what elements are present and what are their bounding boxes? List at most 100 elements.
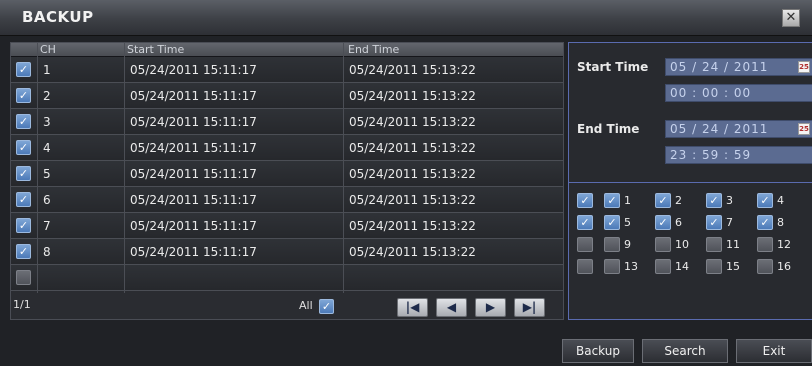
channel-number: 6 xyxy=(675,216,682,229)
row-end-time: 05/24/2011 15:13:22 xyxy=(349,245,476,259)
table-row[interactable]: ✓ 1 05/24/2011 15:11:17 05/24/2011 15:13:22 xyxy=(11,57,563,83)
channel-number: 12 xyxy=(777,238,791,251)
row-channel: 2 xyxy=(43,89,51,103)
channel-number: 2 xyxy=(675,194,682,207)
table-row[interactable]: ✓ 6 05/24/2011 15:11:17 05/24/2011 15:13:22 xyxy=(11,187,563,213)
row-checkbox[interactable]: ✓ xyxy=(16,192,31,207)
table-row[interactable]: ✓ 2 05/24/2011 15:11:17 05/24/2011 15:13:22 xyxy=(11,83,563,109)
channel-number: 15 xyxy=(726,260,740,273)
last-page-button[interactable]: ▶| xyxy=(514,298,545,317)
channel-checkbox[interactable]: ✓ xyxy=(604,193,620,208)
row-start-time: 05/24/2011 15:11:17 xyxy=(130,141,257,155)
end-time-label: End Time xyxy=(577,122,640,136)
channel-checkbox[interactable]: ✓ xyxy=(604,259,620,274)
start-time-label: Start Time xyxy=(577,60,649,74)
backup-file-table: CH Start Time End Time ✓ 1 05/24/2011 15:1… xyxy=(10,42,564,320)
column-header-start-time: Start Time xyxy=(127,43,185,56)
channel-row-select-all-checkbox[interactable]: ✓ xyxy=(577,193,593,208)
channel-selection-grid: ✓ ✓ 1 ✓ 2 ✓ 3 ✓ 4 ✓ ✓ 5 ✓ 6 ✓ 7 ✓ 8 ✓ ✓ 9 ✓ 10 ✓ 11 ✓ 12 ✓ ✓ 13 ✓ 14 ✓ 15… xyxy=(569,189,812,289)
channel-number: 11 xyxy=(726,238,740,251)
row-checkbox[interactable]: ✓ xyxy=(16,244,31,259)
channel-checkbox[interactable]: ✓ xyxy=(706,237,722,252)
channel-row-select-all-checkbox[interactable]: ✓ xyxy=(577,259,593,274)
channel-number: 4 xyxy=(777,194,784,207)
start-date-field[interactable]: 05 / 24 / 2011 xyxy=(665,58,812,76)
channel-checkbox[interactable]: ✓ xyxy=(655,237,671,252)
row-start-time: 05/24/2011 15:11:17 xyxy=(130,115,257,129)
pager-bar: 1/1 All ✓ |◀ ◀ ▶ ▶| xyxy=(11,295,563,319)
channel-number: 1 xyxy=(624,194,631,207)
table-row[interactable]: ✓ 8 05/24/2011 15:11:17 05/24/2011 15:13:22 xyxy=(11,239,563,265)
channel-row-select-all-checkbox[interactable]: ✓ xyxy=(577,215,593,230)
channel-number: 16 xyxy=(777,260,791,273)
row-channel: 1 xyxy=(43,63,51,77)
exit-button[interactable]: Exit xyxy=(736,339,812,363)
channel-number: 10 xyxy=(675,238,689,251)
channel-checkbox[interactable]: ✓ xyxy=(655,215,671,230)
row-channel: 6 xyxy=(43,193,51,207)
first-page-button[interactable]: |◀ xyxy=(397,298,428,317)
next-page-button[interactable]: ▶ xyxy=(475,298,506,317)
row-end-time: 05/24/2011 15:13:22 xyxy=(349,89,476,103)
channel-checkbox[interactable]: ✓ xyxy=(757,259,773,274)
channel-checkbox[interactable]: ✓ xyxy=(604,237,620,252)
table-row[interactable]: ✓ xyxy=(11,265,563,291)
row-checkbox[interactable]: ✓ xyxy=(16,166,31,181)
row-start-time: 05/24/2011 15:11:17 xyxy=(130,63,257,77)
column-header-end-time: End Time xyxy=(348,43,400,56)
calendar-icon[interactable]: 25 xyxy=(798,61,810,73)
previous-page-button[interactable]: ◀ xyxy=(436,298,467,317)
close-icon[interactable]: ✕ xyxy=(782,9,800,27)
channel-checkbox[interactable]: ✓ xyxy=(655,193,671,208)
end-time-field[interactable]: 23 : 59 : 59 xyxy=(665,146,812,164)
row-channel: 4 xyxy=(43,141,51,155)
table-header: CH Start Time End Time xyxy=(11,43,563,57)
channel-number: 7 xyxy=(726,216,733,229)
channel-checkbox[interactable]: ✓ xyxy=(706,193,722,208)
row-checkbox[interactable]: ✓ xyxy=(16,270,31,285)
table-row[interactable]: ✓ 4 05/24/2011 15:11:17 05/24/2011 15:13:22 xyxy=(11,135,563,161)
channel-checkbox[interactable]: ✓ xyxy=(757,215,773,230)
table-row[interactable]: ✓ 7 05/24/2011 15:11:17 05/24/2011 15:13:22 xyxy=(11,213,563,239)
channel-checkbox[interactable]: ✓ xyxy=(604,215,620,230)
channel-number: 13 xyxy=(624,260,638,273)
select-all-checkbox[interactable]: ✓ xyxy=(319,299,334,314)
row-start-time: 05/24/2011 15:11:17 xyxy=(130,245,257,259)
channel-checkbox[interactable]: ✓ xyxy=(757,237,773,252)
row-end-time: 05/24/2011 15:13:22 xyxy=(349,219,476,233)
channel-number: 8 xyxy=(777,216,784,229)
window-title: BACKUP xyxy=(22,8,94,26)
row-end-time: 05/24/2011 15:13:22 xyxy=(349,63,476,77)
row-checkbox[interactable]: ✓ xyxy=(16,62,31,77)
channel-number: 14 xyxy=(675,260,689,273)
row-start-time: 05/24/2011 15:11:17 xyxy=(130,167,257,181)
row-start-time: 05/24/2011 15:11:17 xyxy=(130,193,257,207)
row-channel: 8 xyxy=(43,245,51,259)
calendar-icon[interactable]: 25 xyxy=(798,123,810,135)
channel-number: 9 xyxy=(624,238,631,251)
backup-button[interactable]: Backup xyxy=(562,339,634,363)
search-button[interactable]: Search xyxy=(642,339,728,363)
row-channel: 7 xyxy=(43,219,51,233)
table-row[interactable]: ✓ 3 05/24/2011 15:11:17 05/24/2011 15:13:22 xyxy=(11,109,563,135)
channel-checkbox[interactable]: ✓ xyxy=(706,259,722,274)
channel-checkbox[interactable]: ✓ xyxy=(655,259,671,274)
row-start-time: 05/24/2011 15:11:17 xyxy=(130,89,257,103)
row-end-time: 05/24/2011 15:13:22 xyxy=(349,167,476,181)
row-end-time: 05/24/2011 15:13:22 xyxy=(349,115,476,129)
row-channel: 5 xyxy=(43,167,51,181)
row-end-time: 05/24/2011 15:13:22 xyxy=(349,141,476,155)
end-date-field[interactable]: 05 / 24 / 2011 xyxy=(665,120,812,138)
row-checkbox[interactable]: ✓ xyxy=(16,140,31,155)
select-all-label: All xyxy=(299,299,313,312)
row-checkbox[interactable]: ✓ xyxy=(16,218,31,233)
channel-checkbox[interactable]: ✓ xyxy=(757,193,773,208)
start-time-field[interactable]: 00 : 00 : 00 xyxy=(665,84,812,102)
channel-checkbox[interactable]: ✓ xyxy=(706,215,722,230)
table-row[interactable]: ✓ 5 05/24/2011 15:11:17 05/24/2011 15:13:22 xyxy=(11,161,563,187)
row-checkbox[interactable]: ✓ xyxy=(16,88,31,103)
channel-number: 3 xyxy=(726,194,733,207)
column-header-ch: CH xyxy=(40,43,56,56)
row-checkbox[interactable]: ✓ xyxy=(16,114,31,129)
channel-row-select-all-checkbox[interactable]: ✓ xyxy=(577,237,593,252)
